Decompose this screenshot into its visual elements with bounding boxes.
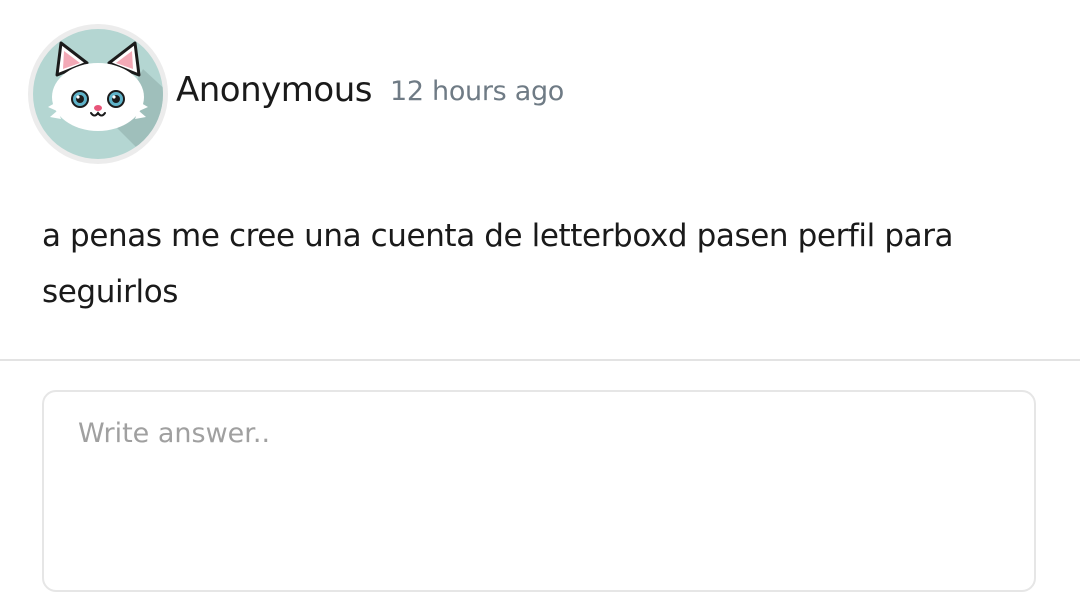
answer-input[interactable] <box>42 390 1036 592</box>
post-header: Anonymous 12 hours ago <box>28 24 564 164</box>
author-name[interactable]: Anonymous <box>176 70 372 110</box>
white-cat-face-icon <box>33 29 163 159</box>
question-text: a penas me cree una cuenta de letterboxd… <box>42 218 954 310</box>
avatar[interactable] <box>28 24 168 164</box>
divider <box>0 359 1080 361</box>
timestamp: 12 hours ago <box>389 75 565 107</box>
